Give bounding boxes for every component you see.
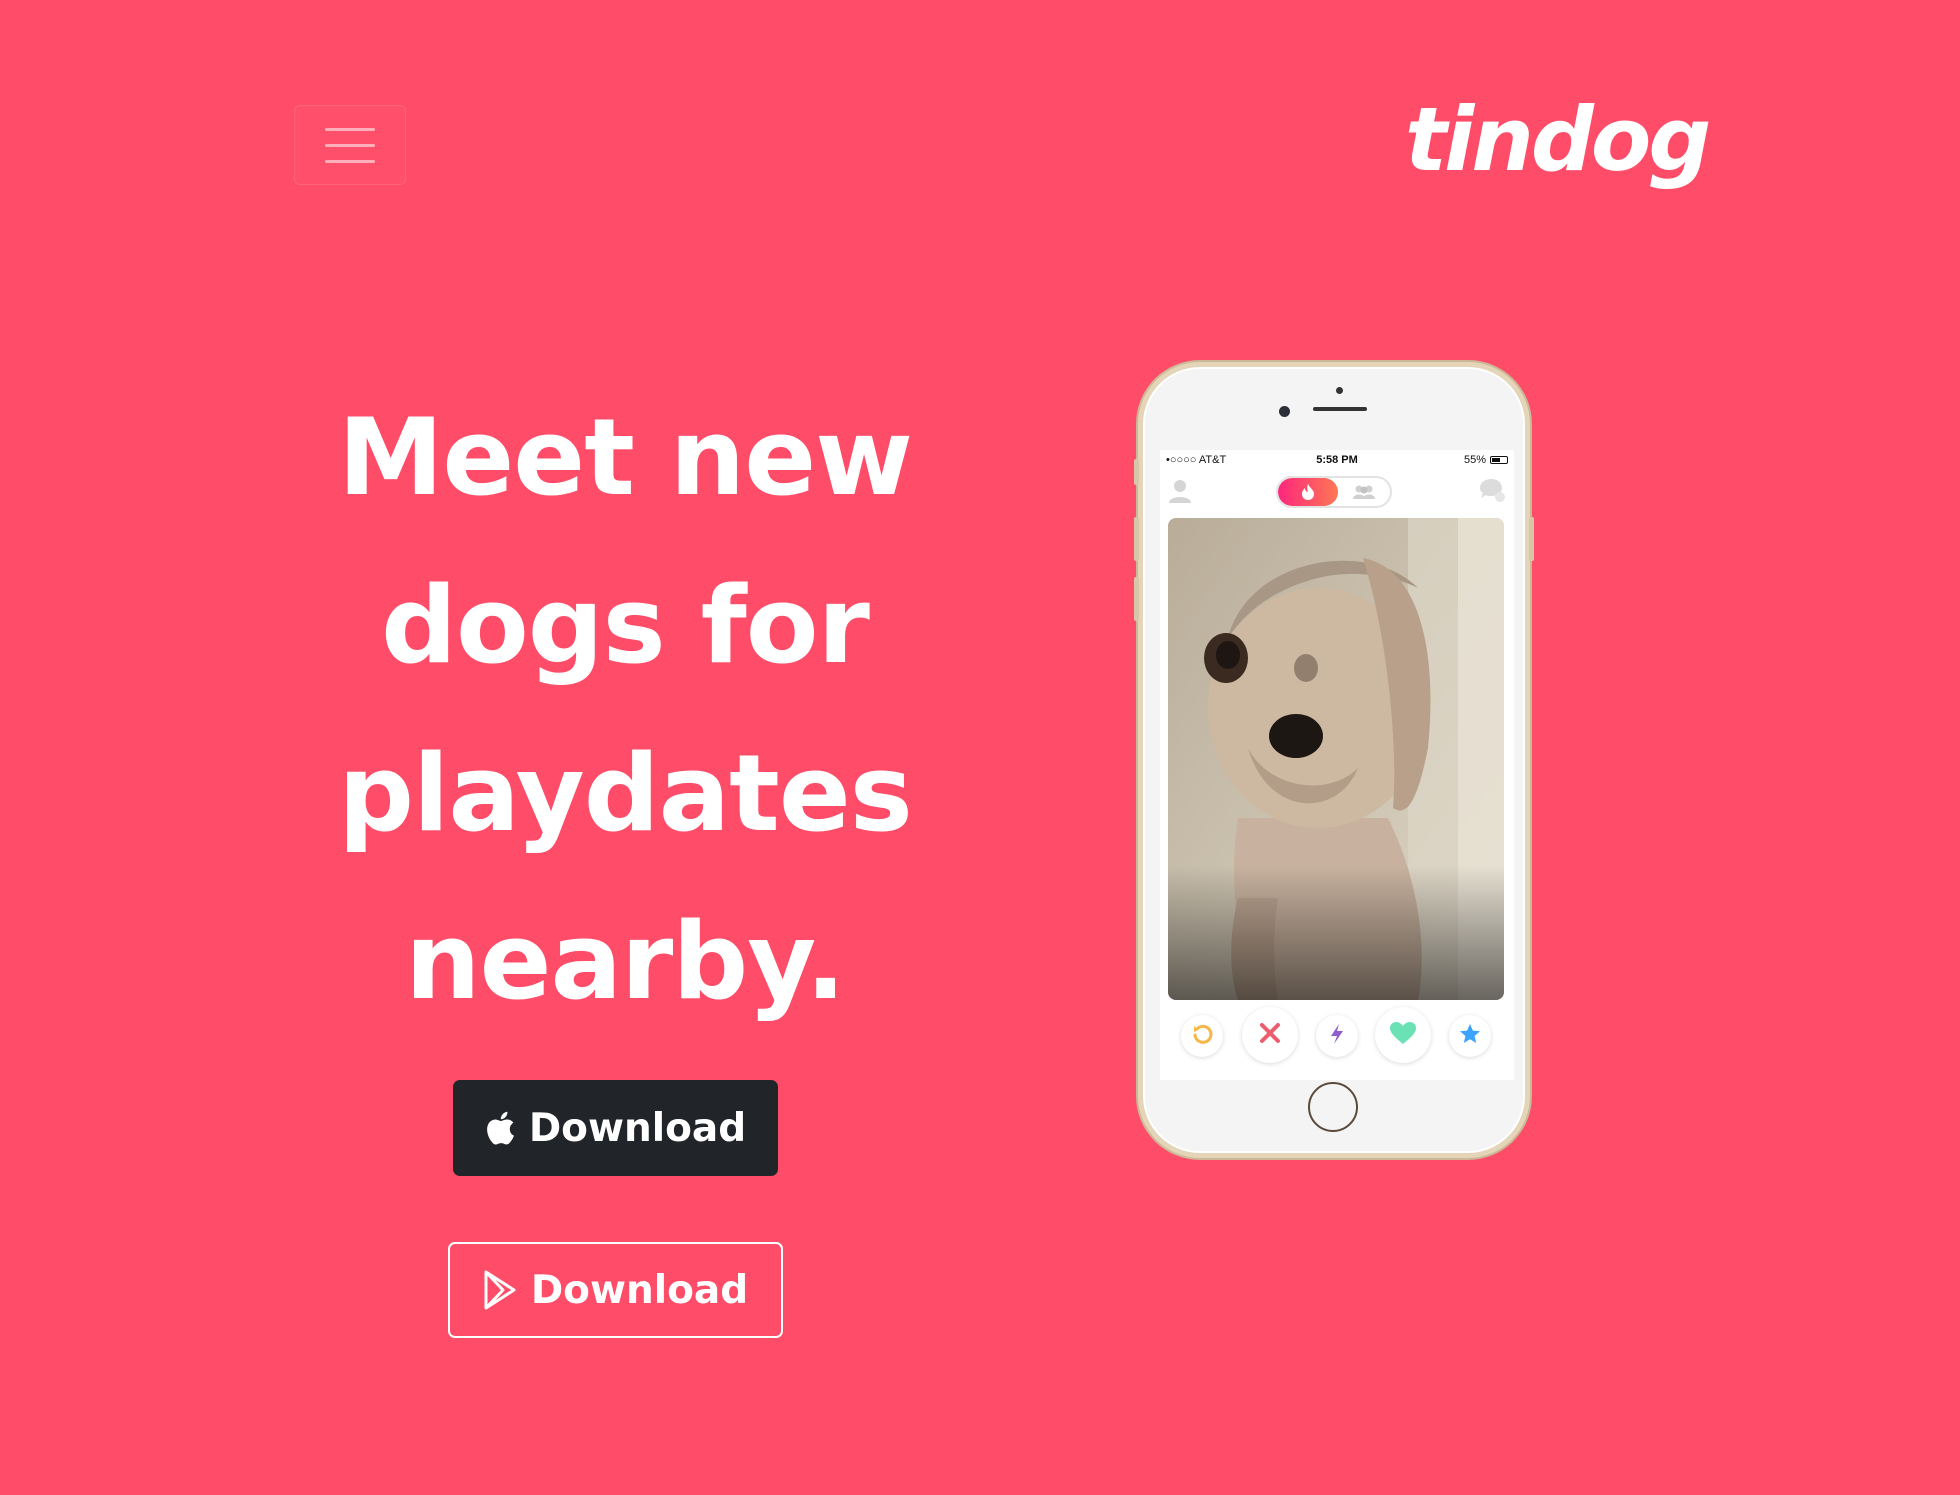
status-time: 5:58 PM [1316, 454, 1358, 466]
apple-download-button[interactable]: Download [453, 1080, 778, 1176]
phone-home-button[interactable] [1308, 1082, 1358, 1132]
flame-icon[interactable] [1278, 478, 1338, 506]
google-play-download-label: Download [530, 1267, 749, 1313]
phone-earpiece [1313, 407, 1367, 411]
phone-volume-down [1134, 577, 1139, 621]
battery-icon [1490, 456, 1508, 464]
hero-title-line: playdates [338, 732, 913, 855]
nope-button[interactable] [1242, 1007, 1298, 1063]
group-icon[interactable] [1338, 478, 1390, 506]
like-button[interactable] [1375, 1007, 1431, 1063]
hero-title: Meet new dogs for playdates nearby. [285, 374, 965, 1046]
hero-title-line: Meet new [337, 396, 913, 519]
hero-title-line: nearby. [405, 900, 846, 1023]
action-row [1160, 1005, 1514, 1080]
hamburger-menu-icon [325, 159, 375, 163]
profile-icon[interactable] [1168, 478, 1192, 508]
super-like-button[interactable] [1449, 1015, 1491, 1057]
navbar-toggle-button[interactable] [294, 105, 406, 185]
phone-camera-icon [1279, 406, 1290, 417]
phone-power-button [1529, 517, 1534, 561]
dog-photo[interactable] [1168, 518, 1504, 1000]
heart-icon [1389, 1021, 1417, 1049]
status-battery: 55% [1463, 454, 1486, 466]
hamburger-menu-icon [325, 127, 375, 131]
lightning-icon [1329, 1023, 1345, 1049]
apple-icon [485, 1110, 515, 1146]
phone-sensor [1336, 387, 1343, 394]
close-icon [1258, 1021, 1282, 1049]
rewind-button[interactable] [1181, 1015, 1223, 1057]
app-header [1160, 472, 1514, 512]
apple-download-label: Download [528, 1105, 747, 1151]
status-bar: •○○○○ AT&T 5:58 PM 55% [1160, 450, 1514, 470]
discovery-toggle[interactable] [1276, 476, 1392, 508]
rewind-icon [1191, 1023, 1213, 1049]
boost-button[interactable] [1316, 1015, 1358, 1057]
phone-mute-switch [1134, 459, 1139, 485]
chat-icon[interactable] [1478, 478, 1506, 508]
google-play-icon [483, 1270, 517, 1310]
phone-mockup: •○○○○ AT&T 5:58 PM 55% [1134, 362, 1534, 1158]
brand-logo[interactable]: tindog [1405, 96, 1711, 184]
hero-title-line: dogs for [381, 564, 870, 687]
star-icon [1459, 1023, 1481, 1049]
google-play-download-button[interactable]: Download [448, 1242, 783, 1338]
phone-screen: •○○○○ AT&T 5:58 PM 55% [1160, 450, 1514, 1080]
hamburger-menu-icon [325, 143, 375, 147]
phone-volume-up [1134, 517, 1139, 561]
